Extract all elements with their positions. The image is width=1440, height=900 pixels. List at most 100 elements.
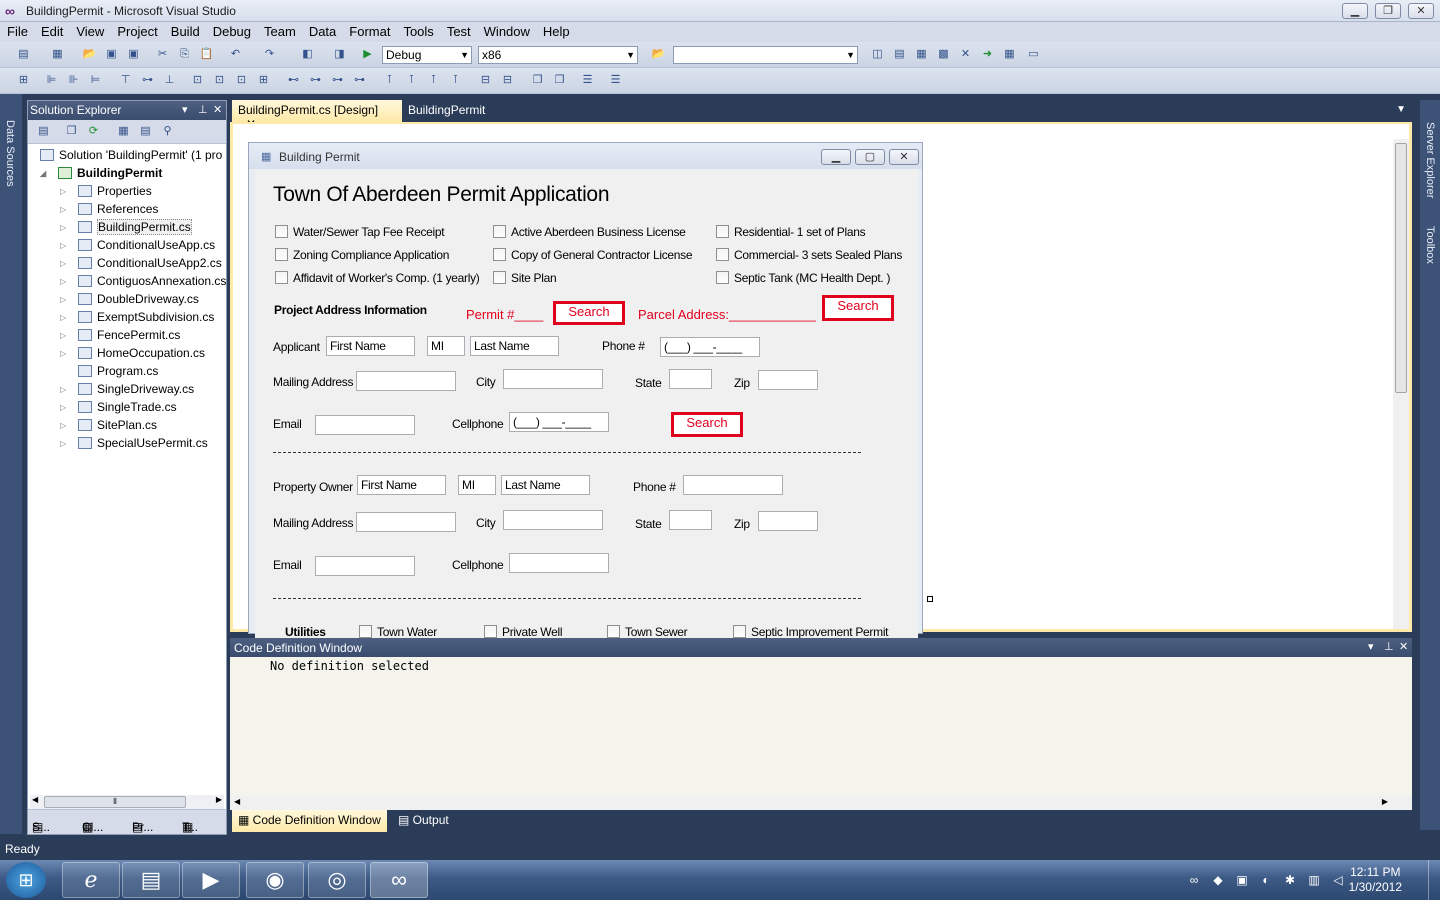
visual-studio-taskbar-icon[interactable]: ∞ — [370, 862, 428, 898]
owner-mailing-field[interactable] — [356, 512, 456, 532]
navigate-forward-icon[interactable]: ◨ — [332, 47, 347, 62]
expand-arrow-icon[interactable]: ▷ — [60, 310, 66, 326]
checkbox-septic-tank[interactable] — [716, 271, 729, 284]
volume-muted-icon[interactable]: ◁ — [1330, 872, 1346, 888]
configuration-select[interactable]: Debug ▼ — [382, 46, 472, 64]
start-page-icon[interactable]: ▦ — [1002, 47, 1017, 62]
new-project-icon[interactable]: ▤ — [16, 47, 31, 62]
chrome-icon[interactable]: ◎ — [308, 862, 366, 898]
form-minimize-button[interactable]: ▁ — [821, 149, 851, 165]
menu-format[interactable]: Format — [342, 22, 396, 39]
solution-item[interactable]: ▷ References — [60, 202, 158, 220]
solution-item[interactable]: ▷ BuildingPermit.cs — [60, 219, 192, 238]
solution-item[interactable]: ▷ ConditionalUseApp2.cs — [60, 256, 222, 274]
checkbox-business-license[interactable] — [493, 225, 506, 238]
expand-arrow-icon[interactable]: ▷ — [60, 238, 66, 254]
solution-item[interactable]: ▷ ExemptSubdivision.cs — [60, 310, 214, 328]
expand-arrow-icon[interactable]: ▷ — [60, 400, 66, 416]
bring-to-front-icon[interactable]: ❐ — [530, 73, 545, 88]
expand-arrow-icon[interactable]: ▷ — [60, 436, 66, 452]
project-node[interactable]: ◢ BuildingPermit — [40, 166, 162, 184]
tab-output[interactable]: ▤ Output — [392, 810, 455, 832]
dropbox-tray-icon[interactable]: ◆ — [1210, 872, 1226, 888]
make-same-size-icon[interactable]: ⊡ — [234, 73, 249, 88]
bluetooth-tray-icon[interactable]: ✱ — [1282, 872, 1298, 888]
expand-arrow-icon[interactable]: ▷ — [60, 418, 66, 434]
tab-code-definition[interactable]: ▦ Code Definition Window — [232, 810, 387, 832]
toolbox-icon[interactable]: ▩ — [936, 47, 951, 62]
checkbox-site-plan[interactable] — [493, 271, 506, 284]
command-window-icon[interactable]: ▭ — [1026, 47, 1041, 62]
owner-phone-field[interactable] — [683, 475, 783, 495]
menu-debug[interactable]: Debug — [206, 22, 257, 39]
open-file-icon[interactable]: 📂 — [82, 47, 97, 62]
applicant-phone-field[interactable]: (___) ___-____ — [660, 337, 760, 357]
applicant-state-field[interactable] — [669, 369, 712, 389]
tab-building-permit-code[interactable]: BuildingPermit — [402, 100, 491, 122]
owner-state-field[interactable] — [669, 510, 712, 530]
checkbox-town-sewer[interactable] — [607, 625, 620, 638]
chevron-down-icon[interactable]: ▾ — [1368, 640, 1374, 653]
checkbox-private-well[interactable] — [484, 625, 497, 638]
remove-vertical-spacing-icon[interactable]: ⊺ — [448, 73, 463, 88]
menu-build[interactable]: Build — [164, 22, 206, 39]
collapse-arrow-icon[interactable]: ◢ — [40, 166, 46, 182]
applicant-first-name-field[interactable]: First Name — [326, 336, 415, 356]
applicant-cellphone-field[interactable]: (___) ___-____ — [509, 412, 609, 432]
make-same-width-icon[interactable]: ⊡ — [190, 73, 205, 88]
building-permit-form[interactable]: ▦ Building Permit ▁ ▢ ✕ Town Of Aberdeen… — [248, 142, 923, 639]
owner-cellphone-field[interactable] — [509, 553, 609, 573]
close-icon[interactable]: ✕ — [213, 103, 222, 116]
chevron-down-icon[interactable]: ▼ — [1396, 104, 1406, 115]
expand-arrow-icon[interactable]: ▷ — [60, 382, 66, 398]
parcel-search-button[interactable]: Search — [822, 295, 894, 321]
horizontal-scrollbar[interactable]: ◀ ⦀ ▶ — [30, 795, 224, 809]
toolbox-tab[interactable]: Toolbox — [1424, 226, 1436, 264]
start-button[interactable]: ⊞ — [6, 862, 46, 898]
solution-item[interactable]: ▷ FencePermit.cs — [60, 328, 180, 346]
applicant-zip-field[interactable] — [758, 370, 818, 390]
scroll-right-icon[interactable]: ▶ — [1382, 797, 1388, 806]
paste-icon[interactable]: 📋 — [199, 47, 214, 62]
solution-item[interactable]: ▷ Properties — [60, 184, 152, 202]
solution-item[interactable]: ▷ DoubleDriveway.cs — [60, 292, 199, 310]
chevron-down-icon[interactable]: ▾ — [182, 103, 188, 116]
solution-item[interactable]: ▷ SingleTrade.cs — [60, 400, 177, 418]
find-combo[interactable]: ▼ — [673, 46, 858, 64]
close-icon[interactable]: ✕ — [1399, 640, 1408, 653]
copy-icon[interactable]: ⎘ — [177, 47, 192, 62]
send-to-back-icon[interactable]: ❐ — [552, 73, 567, 88]
save-all-icon[interactable]: ▣ — [126, 47, 141, 62]
increase-horizontal-spacing-icon[interactable]: ⊶ — [308, 73, 323, 88]
resize-handle[interactable] — [927, 596, 933, 602]
applicant-last-name-field[interactable]: Last Name — [470, 336, 559, 356]
navigate-backward-icon[interactable]: ◧ — [300, 47, 315, 62]
expand-arrow-icon[interactable]: ▷ — [60, 292, 66, 308]
expand-arrow-icon[interactable]: ▷ — [60, 184, 66, 200]
sync-tray-icon[interactable]: ◐ — [1258, 872, 1274, 888]
owner-zip-field[interactable] — [758, 511, 818, 531]
expand-arrow-icon[interactable]: ▷ — [60, 346, 66, 362]
solution-explorer-icon[interactable]: ◫ — [870, 47, 885, 62]
vertical-scrollbar[interactable] — [1393, 139, 1409, 629]
firefox-icon[interactable]: ◉ — [246, 862, 304, 898]
center-horizontally-icon[interactable]: ⊟ — [478, 73, 493, 88]
network-tray-icon[interactable]: ▥ — [1306, 872, 1322, 888]
solution-item[interactable]: Program.cs — [78, 364, 158, 382]
menu-team[interactable]: Team — [257, 22, 302, 39]
align-to-grid-icon[interactable]: ⊞ — [16, 73, 31, 88]
decrease-horizontal-spacing-icon[interactable]: ⊶ — [330, 73, 345, 88]
checkbox-contractor-license[interactable] — [493, 248, 506, 261]
menu-project[interactable]: Project — [110, 22, 163, 39]
expand-arrow-icon[interactable]: ▷ — [60, 328, 66, 344]
solution-item[interactable]: ▷ HomeOccupation.cs — [60, 346, 205, 364]
app-tray-icon[interactable]: ▣ — [1234, 872, 1250, 888]
scroll-thumb[interactable]: ⦀ — [44, 796, 186, 808]
decrease-vertical-spacing-icon[interactable]: ⊺ — [426, 73, 441, 88]
align-centers-icon[interactable]: ⊪ — [66, 73, 81, 88]
platform-select[interactable]: x86 ▼ — [478, 46, 638, 64]
show-desktop-button[interactable] — [1428, 860, 1440, 900]
undo-icon[interactable]: ↶ — [228, 47, 243, 62]
solution-item[interactable]: ▷ SitePlan.cs — [60, 418, 157, 436]
server-explorer-tab[interactable]: Server Explorer — [1424, 122, 1436, 198]
